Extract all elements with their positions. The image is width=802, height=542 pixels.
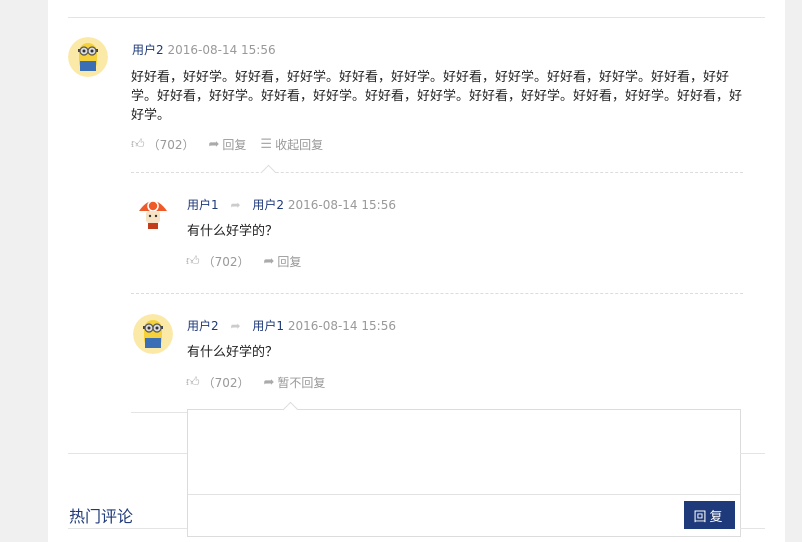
reply-time: 2016-08-14 15:56 [287,319,396,333]
reply-time: 2016-08-14 15:56 [287,198,396,212]
divider [68,17,765,18]
collapse-replies-button[interactable]: ☰ 收起回复 [260,136,323,153]
hot-title-divider [740,528,765,529]
reply-button[interactable]: ➦ 回复 [209,136,247,153]
reply-actions: 👍︎ （702） ➦ 回复 [186,253,315,270]
reply-meta: 用户2 ➦ 用户1 2016-08-14 15:56 [187,317,396,334]
reply-label: 回复 [222,138,247,152]
thumbs-up-icon: 👍︎ [186,375,200,390]
thumbs-up-icon: 👍︎ [131,137,145,152]
reply-text: 有什么好学的？ [187,224,279,239]
reply-actions: 👍︎ （702） ➦ 暂不回复 [186,374,339,391]
comment-username[interactable]: 用户2 [132,43,164,57]
reply-to-username[interactable]: 用户2 [252,198,284,212]
reply-username[interactable]: 用户1 [187,198,219,212]
reply-meta: 用户1 ➦ 用户2 2016-08-14 15:56 [187,196,396,213]
submit-reply-button[interactable]: 回复 [684,501,735,529]
share-arrow-icon: ➦ [263,375,275,390]
reply-to-username[interactable]: 用户1 [252,319,284,333]
share-arrow-icon: ➦ [208,137,220,152]
reply-text: 有什么好学的？ [187,345,279,360]
reply-box: 回复 [187,409,741,537]
comment-actions: 👍︎ （702） ➦ 回复 ☰ 收起回复 [131,136,337,153]
hot-comments-title: 热门评论 [69,507,134,526]
like-button[interactable]: 👍︎ （702） [186,374,250,391]
reply-divider [131,293,743,294]
share-arrow-icon: ➦ [263,254,275,269]
reply-label: 回复 [277,255,302,269]
like-button[interactable]: 👍︎ （702） [186,253,250,270]
collapse-label: 收起回复 [275,138,324,152]
thumbs-up-icon: 👍︎ [186,254,200,269]
comment-time: 2016-08-14 15:56 [167,43,276,57]
like-count: （702） [147,138,195,152]
section-divider [68,453,187,454]
hot-title-divider [68,528,187,529]
avatar-user1[interactable] [133,193,173,233]
replies-bottom-divider [131,412,187,413]
reply-textarea[interactable] [188,410,740,495]
avatar-user2[interactable] [133,314,173,354]
cancel-reply-button[interactable]: ➦ 暂不回复 [264,374,326,391]
reply-username[interactable]: 用户2 [187,319,219,333]
like-button[interactable]: 👍︎ （702） [131,136,195,153]
forward-arrow-icon: ➦ [230,198,241,212]
avatar-user2[interactable] [68,37,108,77]
like-count: （702） [202,255,250,269]
reply-button[interactable]: ➦ 回复 [264,253,302,270]
list-icon: ☰ [260,137,273,152]
forward-arrow-icon: ➦ [230,319,241,333]
replies-top-divider [131,172,743,173]
like-count: （702） [202,376,250,390]
cancel-reply-label: 暂不回复 [277,376,326,390]
comment-meta: 用户2 2016-08-14 15:56 [132,41,276,58]
comment-text: 好好看，好好学。好好看，好好学。好好看，好好学。好好看，好好学。好好看，好好学。… [131,70,743,123]
section-divider [740,453,765,454]
